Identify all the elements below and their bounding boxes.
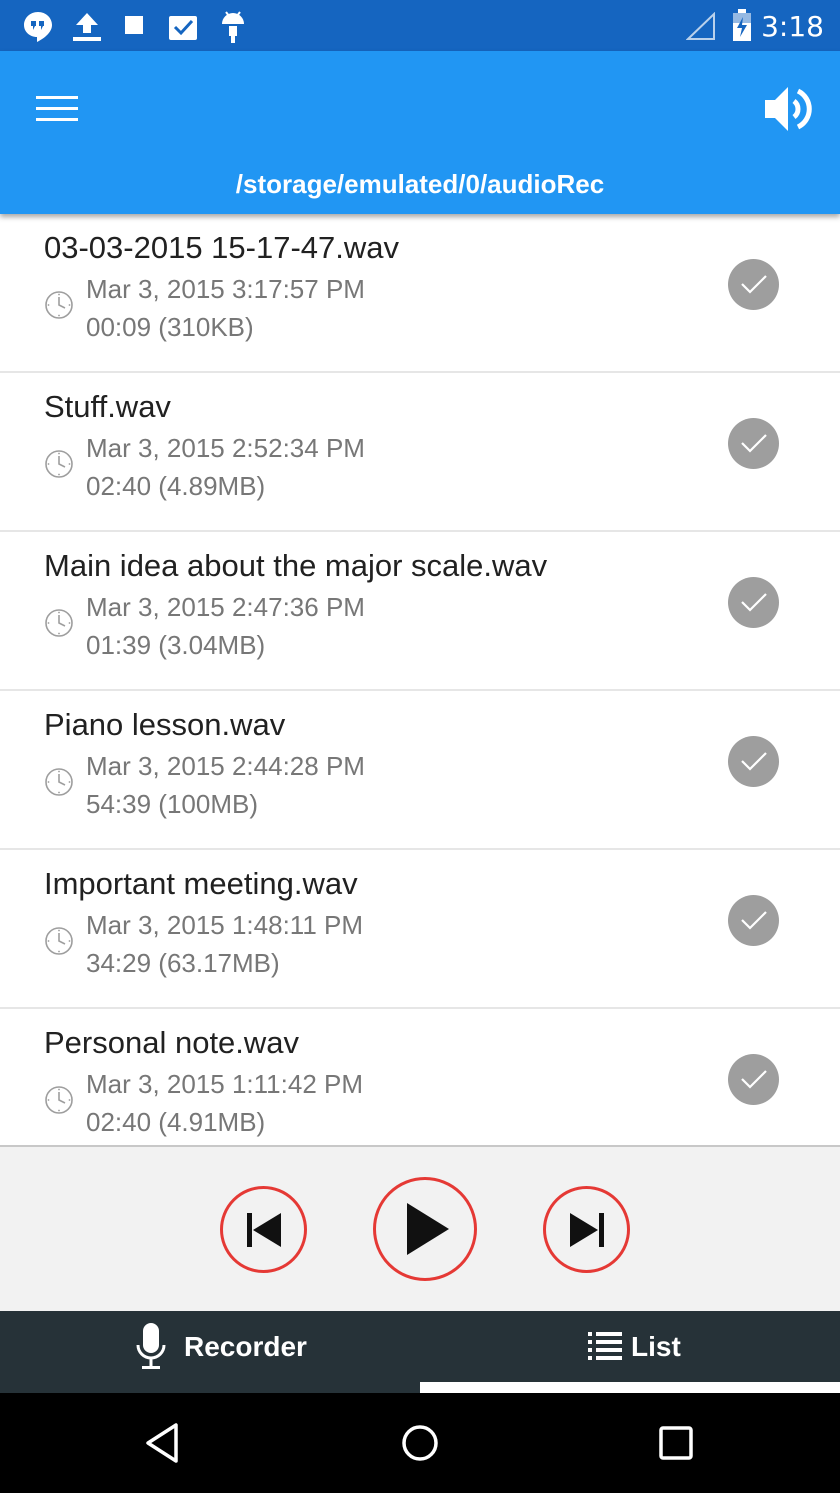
status-time: 3:18	[761, 10, 824, 43]
recording-name: Main idea about the major scale.wav	[44, 548, 548, 583]
recording-date: Mar 3, 2015 2:47:36 PM	[86, 592, 365, 622]
recording-duration: 02:40 (4.91MB)	[86, 1107, 266, 1137]
recording-name: Important meeting.wav	[44, 866, 358, 901]
selected-tab-indicator	[420, 1382, 840, 1393]
clock-icon	[45, 1086, 73, 1114]
select-check-button[interactable]	[728, 259, 779, 310]
skip-next-button[interactable]	[543, 1186, 630, 1273]
check-icon	[741, 911, 767, 930]
tab-recorder-label: Recorder	[184, 1331, 307, 1362]
list-icon	[588, 1332, 622, 1360]
clipboard-check-icon	[169, 16, 197, 40]
recording-duration: 01:39 (3.04MB)	[86, 630, 266, 660]
recording-duration: 02:40 (4.89MB)	[86, 471, 266, 501]
playback-controls	[0, 1145, 840, 1311]
recording-date: Mar 3, 2015 3:17:57 PM	[86, 274, 365, 304]
check-icon	[741, 1070, 767, 1089]
play-button[interactable]	[373, 1177, 477, 1281]
hangouts-icon	[24, 12, 52, 42]
recording-row[interactable]: Main idea about the major scale.wav Mar …	[0, 532, 840, 691]
clock-icon	[45, 450, 73, 478]
stop-icon	[125, 16, 143, 34]
select-check-button[interactable]	[728, 577, 779, 628]
recording-row[interactable]: Piano lesson.wav Mar 3, 2015 2:44:28 PM …	[0, 691, 840, 850]
recording-date: Mar 3, 2015 1:48:11 PM	[86, 910, 364, 940]
check-icon	[741, 593, 767, 612]
recording-name: 03-03-2015 15-17-47.wav	[44, 230, 400, 265]
recents-icon[interactable]	[648, 1415, 704, 1471]
recording-row[interactable]: Stuff.wav Mar 3, 2015 2:52:34 PM 02:40 (…	[0, 373, 840, 532]
recording-row[interactable]: Important meeting.wav Mar 3, 2015 1:48:1…	[0, 850, 840, 1009]
check-icon	[741, 752, 767, 771]
select-check-button[interactable]	[728, 1054, 779, 1105]
recording-name: Stuff.wav	[44, 389, 171, 424]
back-icon[interactable]	[136, 1415, 192, 1471]
skip-previous-icon	[246, 1212, 281, 1247]
select-check-button[interactable]	[728, 895, 779, 946]
bottom-tab-bar: Recorder List	[0, 1311, 840, 1393]
app-bar: /storage/emulated/0/audioRec	[0, 51, 840, 214]
skip-next-icon	[569, 1212, 604, 1247]
skip-previous-button[interactable]	[220, 1186, 307, 1273]
recording-name: Personal note.wav	[44, 1025, 300, 1060]
play-icon	[407, 1203, 449, 1255]
clock-icon	[45, 768, 73, 796]
tab-recorder[interactable]: Recorder	[0, 1311, 420, 1393]
recording-date: Mar 3, 2015 2:44:28 PM	[86, 751, 365, 781]
recording-row[interactable]: 03-03-2015 15-17-47.wav Mar 3, 2015 3:17…	[0, 214, 840, 373]
recordings-list[interactable]: 03-03-2015 15-17-47.wav Mar 3, 2015 3:17…	[0, 214, 840, 1145]
hamburger-menu-icon[interactable]	[36, 96, 80, 122]
select-check-button[interactable]	[728, 418, 779, 469]
home-icon[interactable]	[392, 1415, 448, 1471]
storage-path-title: /storage/emulated/0/audioRec	[235, 169, 605, 199]
battery-charging-icon	[733, 9, 751, 41]
system-nav-bar	[0, 1393, 840, 1493]
tab-list[interactable]: List	[420, 1311, 840, 1393]
upload-icon	[73, 13, 101, 41]
microphone-icon	[136, 1323, 166, 1369]
status-bar: 3:18	[0, 0, 840, 51]
recording-name: Piano lesson.wav	[44, 707, 286, 742]
recording-row[interactable]: Personal note.wav Mar 3, 2015 1:11:42 PM…	[0, 1009, 840, 1145]
check-icon	[741, 275, 767, 294]
recording-duration: 00:09 (310KB)	[86, 312, 254, 342]
clock-icon	[45, 291, 73, 319]
tab-list-label: List	[631, 1331, 681, 1362]
recording-date: Mar 3, 2015 2:52:34 PM	[86, 433, 365, 463]
recording-date: Mar 3, 2015 1:11:42 PM	[86, 1069, 364, 1099]
volume-icon[interactable]	[762, 81, 818, 137]
android-icon	[222, 11, 244, 43]
select-check-button[interactable]	[728, 736, 779, 787]
clock-icon	[45, 927, 73, 955]
signal-icon	[686, 12, 715, 40]
check-icon	[741, 434, 767, 453]
clock-icon	[45, 609, 73, 637]
recording-duration: 34:29 (63.17MB)	[86, 948, 280, 978]
recording-duration: 54:39 (100MB)	[86, 789, 258, 819]
